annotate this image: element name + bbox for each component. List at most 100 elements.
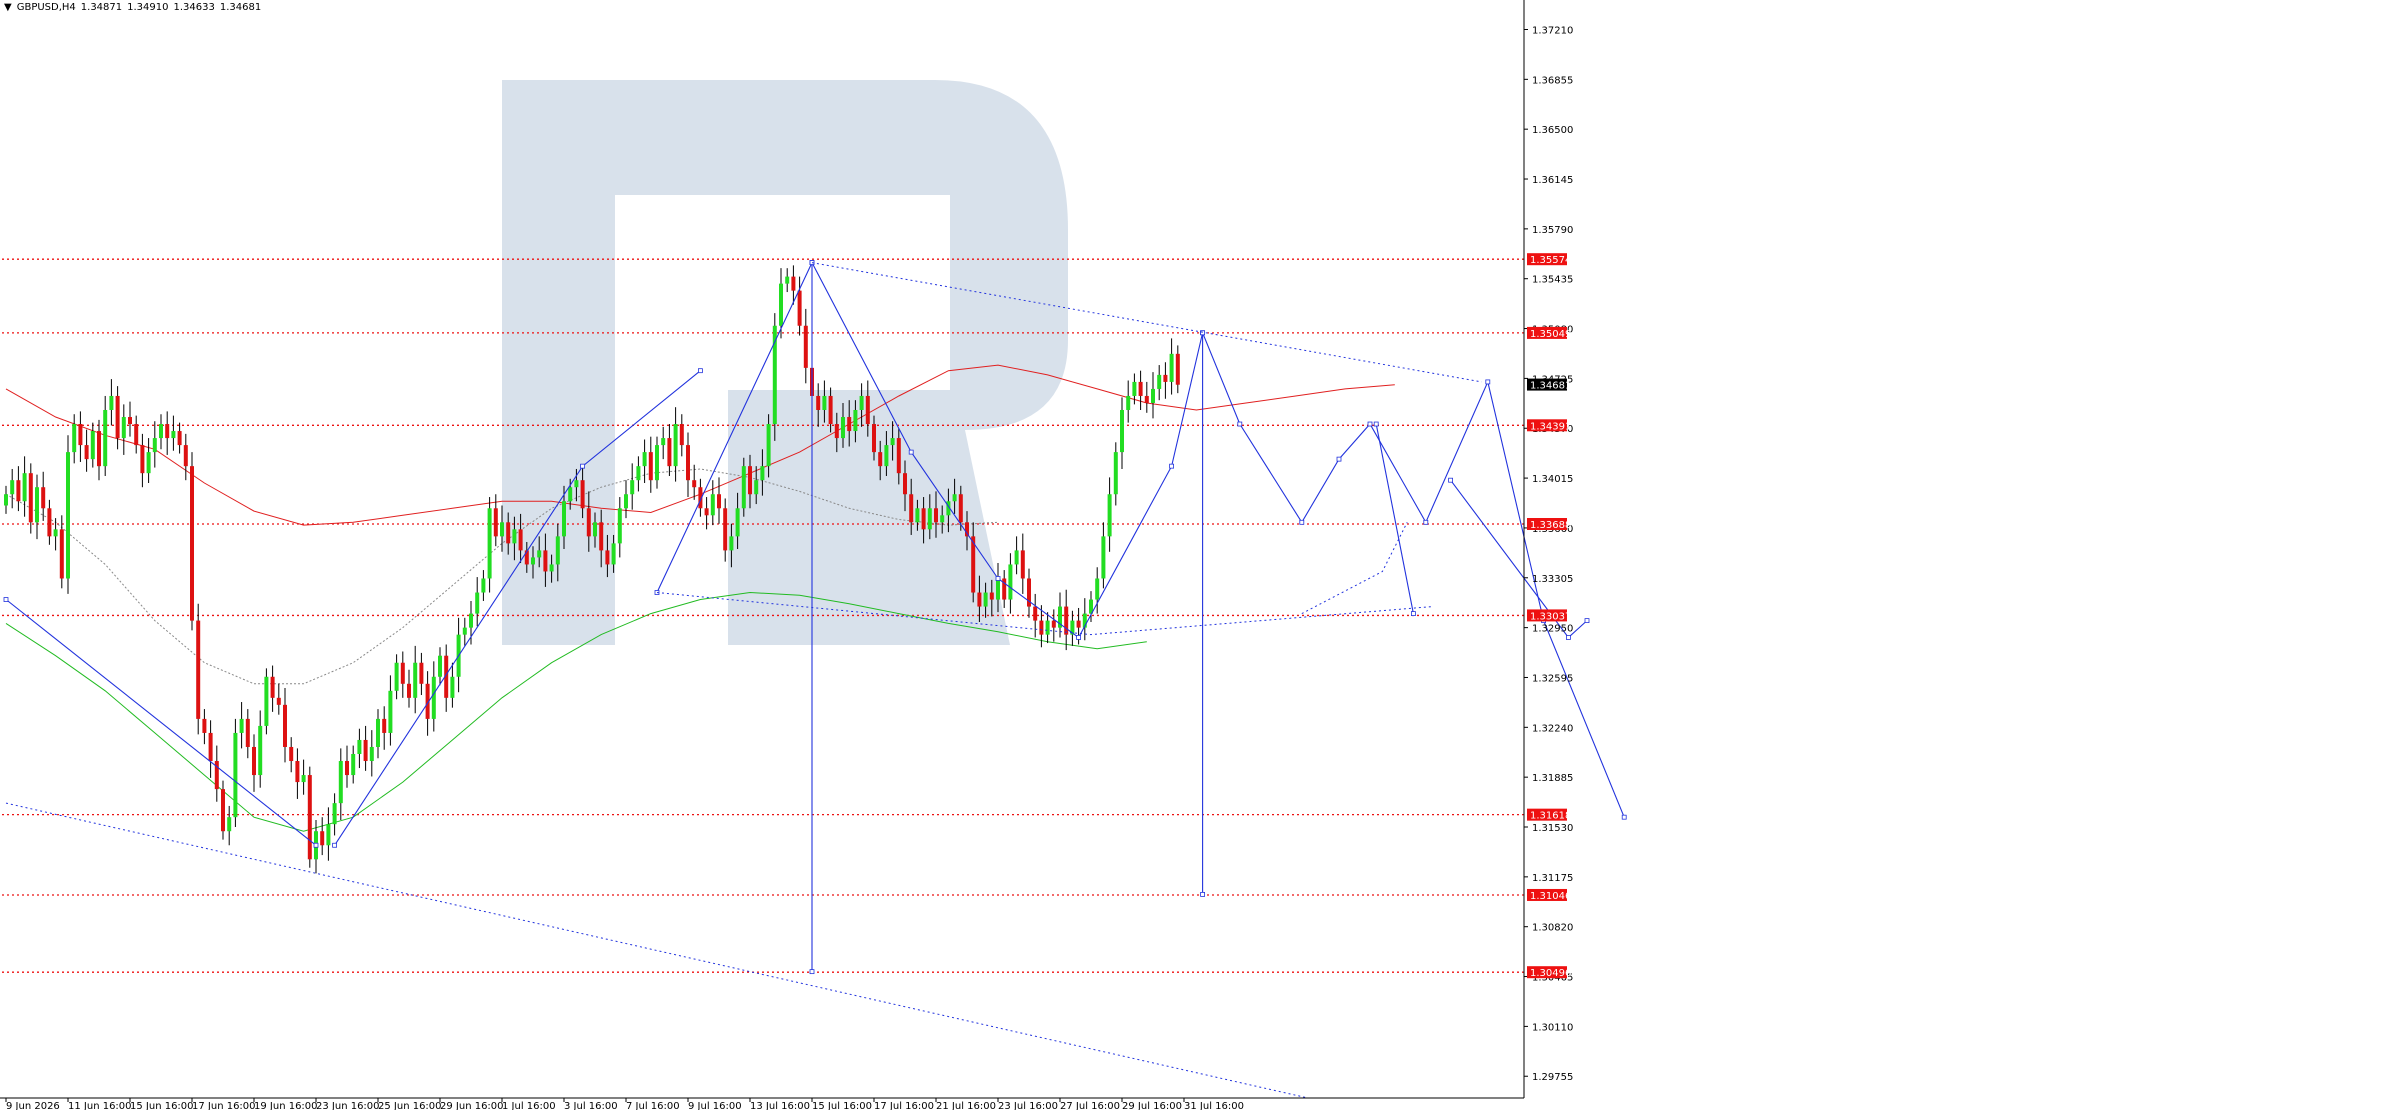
time-tick-label: 11 Jun 16:00 [68,1101,132,1110]
candle-body [847,417,852,432]
time-tick-label: 25 Jun 16:00 [378,1101,442,1110]
candle-body [977,592,982,607]
candle-body [78,424,83,446]
time-tick-label: 27 Jul 16:00 [1060,1101,1120,1110]
candle-body [1051,620,1056,628]
candle-body [958,494,963,523]
close-value: 1.34681 [219,2,262,13]
candle-body [1151,388,1155,403]
candle-body [382,718,387,733]
candle-body [766,424,771,467]
candle-body [1144,395,1149,403]
candle-body [109,395,114,410]
trend-line-dotted [811,262,1482,383]
candle-body [369,746,374,762]
candle-body [816,395,821,410]
candle-body [537,550,542,558]
level-price-label: 1.33688 [1530,520,1571,531]
candle-body [865,395,870,425]
time-tick-label: 17 Jun 16:00 [192,1101,256,1110]
price-tick-label: 1.31175 [1532,873,1573,884]
candle-body [1033,606,1038,621]
candle-body [357,739,362,754]
candle-body [171,431,176,439]
candle-body [16,480,21,502]
candle-body [549,564,554,572]
logo-watermark [502,80,1068,645]
time-tick-label: 1 Jul 16:00 [502,1101,556,1110]
candle-body [593,522,597,537]
candle-body [934,508,938,523]
header-triangle-icon[interactable]: ▼ [4,2,12,13]
time-tick-label: 29 Jun 16:00 [440,1101,504,1110]
candle-body [890,438,895,446]
path-node [580,463,585,469]
candle-body [332,803,337,825]
candle-body [183,445,188,467]
path-node [1200,330,1205,336]
candle-body [903,473,907,495]
open-value: 1.34871 [80,2,123,13]
candle-body [574,480,579,488]
candle-body [301,775,306,783]
time-tick-label: 21 Jul 16:00 [936,1101,996,1110]
time-tick-label: 15 Jul 16:00 [812,1101,872,1110]
candle-body [648,452,653,481]
candle-body [487,508,492,579]
candle-body [72,424,77,453]
price-tick-label: 1.31885 [1532,773,1573,784]
candle-body [1163,374,1168,382]
candle-body [1064,606,1069,635]
candle-body [555,536,560,565]
candle-body [345,761,349,776]
trend-line-dotted [5,802,1309,1099]
time-tick-label: 9 Jun 2026 [6,1101,60,1110]
price-tick-label: 1.30820 [1532,923,1573,934]
candle-body [940,515,945,523]
candle-body [996,578,1000,600]
candle-body [952,494,957,502]
candle-body [47,508,52,537]
candle-body [828,395,833,425]
path-node [1485,379,1491,385]
candle-body [419,662,424,684]
candle-body [673,424,678,467]
candle-body [896,438,901,474]
candle-body [400,662,405,684]
chart-canvas: 1.37210 1.36855 1.36500 1.36145 1.35790 1.354… [0,0,1627,1110]
candle-body [208,732,213,762]
candle-body [363,739,368,762]
candle-body [1039,620,1044,635]
moving-averages [5,364,1395,832]
price-tick-label: 1.35790 [1532,225,1573,236]
candle-body [475,592,480,614]
path-node [1373,421,1379,427]
candle-body [518,529,523,551]
path-node [1621,814,1627,820]
symbol-label: GBPUSD,H4 [16,2,76,13]
candle-body [686,445,690,481]
candle-body [1008,564,1013,600]
candle-body [1076,620,1081,628]
path-node [1169,463,1174,469]
candle-body [1175,353,1180,385]
candle-body [90,431,95,460]
path-node [1076,635,1081,640]
candle-body [661,438,666,446]
candle-body [599,522,604,551]
path-node [1200,892,1205,897]
chart-header: ▼ GBPUSD,H4 1.34871 1.34910 1.34633 1.34681 [4,2,266,13]
candle-body [233,732,238,818]
candle-body [4,494,8,506]
time-tick-label: 17 Jul 16:00 [874,1101,934,1110]
candle-body [543,550,548,572]
candle-body [853,409,858,432]
level-price-label: 1.30496 [1530,968,1571,979]
candle-body [642,452,647,467]
candle-body [28,473,33,523]
candle-body [413,662,418,698]
forecast-path [5,599,317,846]
candle-body [779,283,783,326]
time-tick-label: 3 Jul 16:00 [564,1101,618,1110]
candle-body [580,480,585,509]
